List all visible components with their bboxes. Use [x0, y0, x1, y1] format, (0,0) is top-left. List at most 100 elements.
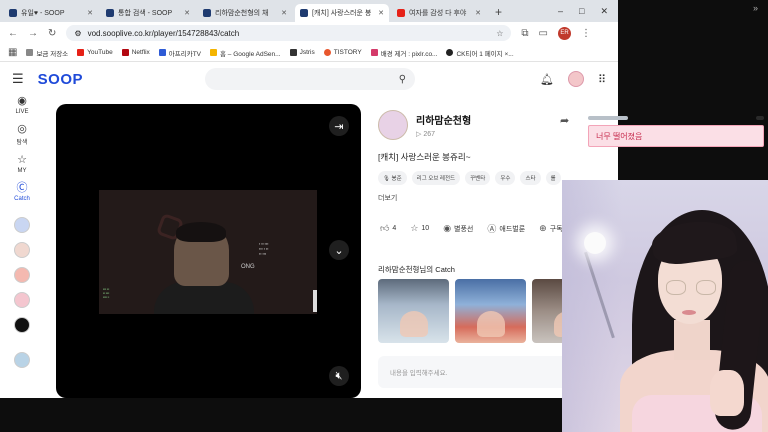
close-icon[interactable]: ✕ — [475, 9, 481, 17]
search-input[interactable]: ⚲ — [205, 68, 416, 90]
video-player[interactable]: ⇥ ⌄ 🔇︎ ONG ▪ ▪▪ ▪▪▪ ▪▪▪ ▪ ▪▪ ▪▪ ▪▪▪ ▪▪▪ ▪▪… — [56, 104, 361, 398]
favorite-streamer-avatar[interactable] — [14, 267, 30, 283]
new-tab-button[interactable]: + — [489, 5, 508, 22]
tag-chip[interactable]: 🎙︎ 봉준 — [378, 171, 407, 185]
split-icon[interactable]: ▭ — [539, 28, 548, 39]
tag-label: 봉준 — [391, 176, 402, 182]
close-icon[interactable]: ✕ — [281, 9, 287, 17]
channel-row[interactable]: 리하맘순천형 ▷ 267 — [378, 110, 471, 140]
apps-grid-icon[interactable]: ⠿ — [598, 73, 606, 86]
browser-window: 유일♥ - SOOP ✕ 통합 검색 - SOOP ✕ 리하맘순천형의 채 ✕ [캐치… — [0, 0, 618, 398]
afreecatv-icon — [158, 49, 166, 56]
back-icon[interactable]: ← — [8, 28, 18, 39]
catch-thumbnail[interactable] — [455, 279, 526, 343]
soop-favicon-icon — [106, 9, 114, 17]
apps-grid-icon[interactable]: ▦ — [8, 47, 17, 58]
balloon-icon: ◉ — [443, 223, 452, 233]
star-balloon-button[interactable]: ◉ 별풍선 — [443, 223, 473, 234]
reload-icon[interactable]: ↻ — [48, 28, 56, 39]
tag-chip[interactable]: 리그 오브 레전드 — [411, 171, 461, 185]
stream-overlay-text: ONG — [241, 264, 255, 270]
subscriber-count-value: 267 — [423, 131, 436, 138]
browser-tab[interactable]: 리하맘순천형의 채 ✕ — [198, 4, 292, 22]
bookmark-item[interactable]: CK티어 1 페이지 ×... — [446, 48, 514, 58]
close-window-button[interactable]: ✕ — [600, 6, 608, 17]
favorite-button[interactable]: ☆ 10 — [410, 223, 429, 234]
nav-item-catch[interactable]: Ⓒ Catch — [14, 183, 30, 203]
minimize-button[interactable]: – — [558, 6, 563, 17]
channel-name[interactable]: 리하맘순천형 — [416, 112, 471, 127]
bookmark-star-icon[interactable]: ☆ — [496, 29, 503, 38]
bell-icon[interactable]: 🔔︎ — [540, 73, 554, 86]
maximize-button[interactable]: □ — [579, 6, 584, 17]
bookmark-label: YouTube — [87, 49, 113, 56]
pixlr-icon — [370, 49, 378, 56]
chevron-down-icon[interactable]: ⌄ — [329, 240, 349, 260]
nav-label: Catch — [14, 196, 30, 202]
soop-favicon-icon — [300, 9, 308, 17]
tag-chip[interactable]: 꾸벤타 — [465, 171, 491, 185]
url-field[interactable]: ⚙ vod.sooplive.co.kr/player/154728843/ca… — [66, 25, 512, 41]
browser-tab-active[interactable]: [캐치] 사랑스러운 봉 ✕ — [295, 4, 389, 22]
more-button[interactable]: 더보기 — [378, 193, 397, 203]
share-icon[interactable]: ➦ — [560, 114, 569, 127]
favorite-streamer-avatar[interactable] — [14, 217, 30, 233]
bookmark-item[interactable]: TISTORY — [323, 49, 362, 56]
adsense-icon — [210, 49, 218, 56]
forward-icon[interactable]: → — [28, 28, 38, 39]
live-icon: ◉ — [17, 95, 27, 107]
tag-chip[interactable]: 롤 — [545, 171, 561, 185]
youtube-icon — [77, 49, 85, 56]
close-icon[interactable]: ✕ — [184, 9, 190, 17]
profile-avatar[interactable]: ER — [557, 26, 571, 40]
mute-icon[interactable]: 🔇︎ — [329, 366, 349, 386]
close-icon[interactable]: ✕ — [378, 9, 384, 17]
bookmark-item[interactable]: 아프리카TV — [158, 48, 202, 58]
hamburger-menu-icon[interactable]: ☰ — [12, 71, 24, 87]
favorite-streamer-avatar[interactable] — [14, 292, 30, 308]
extensions-icon[interactable]: ⧉ — [521, 28, 528, 39]
favorite-streamer-avatar[interactable] — [14, 352, 30, 368]
close-icon[interactable]: ✕ — [87, 9, 93, 17]
subscribe-icon: ⊕ — [539, 223, 547, 233]
tag-chip[interactable]: 우수 — [495, 171, 516, 185]
bookmark-item[interactable]: YouTube — [77, 49, 113, 56]
bookmarks-bar: ▦ 보금 저장소 YouTube Netflix 아프리카TV 홈 – Goog… — [0, 44, 618, 62]
site-info-icon[interactable]: ⚙ — [74, 29, 81, 38]
thumbnail-figure — [477, 311, 505, 337]
bookmark-item[interactable]: 홈 – Google AdSen... — [210, 48, 281, 58]
subscribe-button[interactable]: ⊕ 구독 — [539, 223, 562, 234]
soop-logo[interactable]: SOOP — [38, 71, 83, 88]
menu-kebab-icon[interactable]: ⋮ — [581, 28, 591, 39]
search-icon[interactable]: ⚲ — [399, 74, 406, 85]
channel-meta: 리하맘순천형 ▷ 267 — [416, 112, 471, 138]
bookmark-item[interactable]: 배경 제거 : pixlr.co... — [370, 48, 437, 58]
browser-tab[interactable]: 유일♥ - SOOP ✕ — [4, 4, 98, 22]
bookmark-item[interactable]: Jstris — [289, 49, 315, 56]
bookmark-label: 아프리카TV — [168, 50, 202, 58]
browser-tab[interactable]: 여자를 감성 다 후야 ✕ — [392, 4, 486, 22]
webcam-glasses-left — [666, 280, 686, 295]
catch-thumbnail[interactable] — [378, 279, 449, 343]
like-button[interactable]: 👍︎ 4 — [380, 223, 396, 234]
nav-item-live[interactable]: ◉ LIVE — [15, 95, 28, 116]
channel-avatar[interactable] — [378, 110, 408, 140]
video-frame[interactable]: ONG ▪ ▪▪ ▪▪▪ ▪▪▪ ▪ ▪▪ ▪▪ ▪▪▪ ▪▪▪ ▪▪ ▪▪ ▪▪▪ ▪… — [99, 190, 317, 314]
enter-fullscreen-icon[interactable]: ⇥ — [329, 116, 349, 136]
mic-icon: 🎙︎ — [383, 176, 390, 182]
nav-item-explore[interactable]: ◎ 탐색 — [16, 124, 27, 147]
bookmark-label: Netflix — [131, 49, 150, 56]
favorite-streamer-avatar[interactable] — [14, 242, 30, 258]
tag-chip[interactable]: 스타 — [520, 171, 541, 185]
bookmark-item[interactable]: Netflix — [121, 49, 150, 56]
webcam-glasses-right — [696, 280, 716, 295]
favorite-streamer-avatar[interactable] — [14, 317, 30, 333]
bookmark-item[interactable]: 보금 저장소 — [26, 48, 68, 58]
nav-item-my[interactable]: ☆ MY — [17, 155, 27, 175]
ad-balloon-button[interactable]: Ⓐ 애드벌룬 — [487, 222, 525, 235]
browser-tab[interactable]: 통합 검색 - SOOP ✕ — [101, 4, 195, 22]
bookmark-label: TISTORY — [333, 49, 362, 56]
user-avatar[interactable] — [567, 71, 584, 87]
tistory-icon — [323, 49, 331, 56]
webcam-wall — [562, 180, 622, 432]
